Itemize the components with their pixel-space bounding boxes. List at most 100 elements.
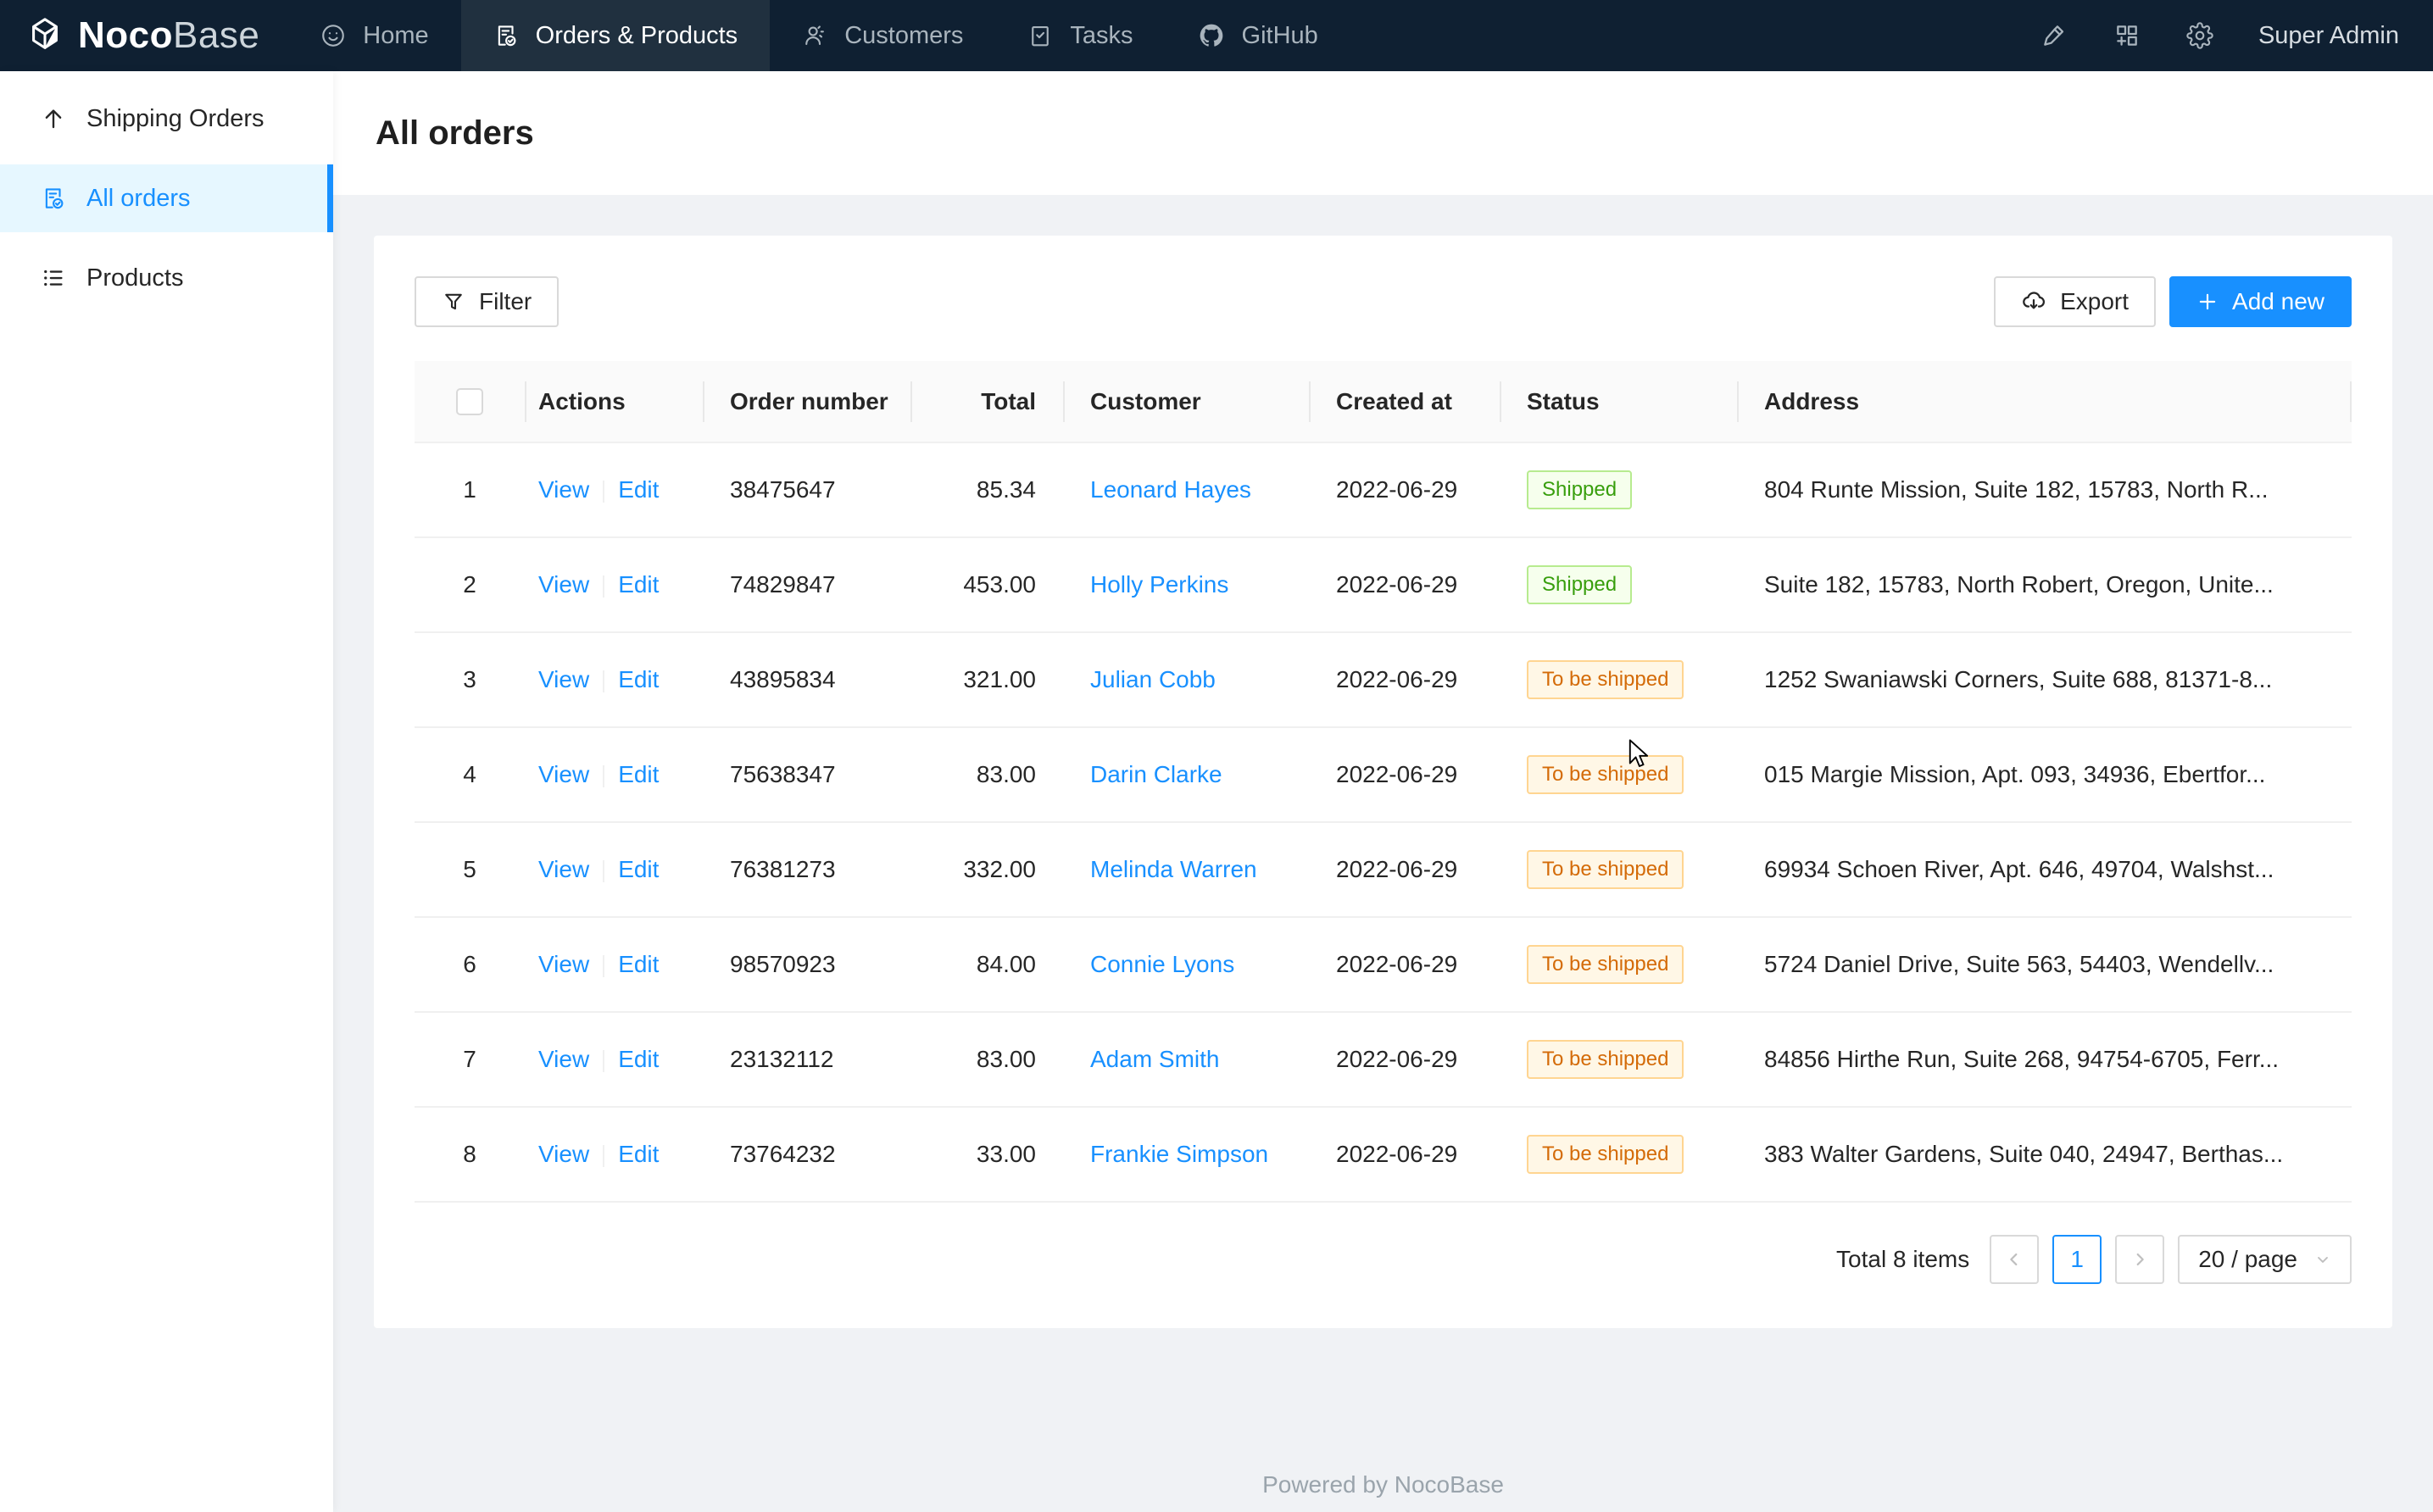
arrow-up-icon — [41, 106, 66, 131]
sidebar-item-all-orders[interactable]: All orders — [0, 164, 333, 232]
nav-item-home[interactable]: Home — [288, 0, 460, 71]
customer-link[interactable]: Holly Perkins — [1090, 571, 1228, 598]
nav-item-customers[interactable]: Customers — [770, 0, 995, 71]
select-all-checkbox[interactable] — [456, 388, 483, 415]
nocobase-logo[interactable]: NocoBase — [0, 0, 288, 71]
prev-page-button[interactable] — [1990, 1235, 2039, 1284]
customer-link[interactable]: Leonard Hayes — [1090, 476, 1251, 503]
customer-cell: Julian Cobb — [1063, 632, 1309, 727]
list-icon — [41, 265, 66, 291]
page-number-button[interactable]: 1 — [2052, 1235, 2102, 1284]
customer-link[interactable]: Connie Lyons — [1090, 951, 1234, 977]
chevron-right-icon — [2130, 1250, 2149, 1269]
status-badge: To be shipped — [1527, 755, 1684, 794]
table-row: 5 ViewEdit 76381273 332.00 Melinda Warre… — [415, 822, 2352, 917]
logo-text: NocoBase — [78, 14, 259, 57]
address-cell: 69934 Schoen River, Apt. 646, 49704, Wal… — [1737, 822, 2352, 917]
top-navbar: NocoBase Home Orders — [0, 0, 2433, 71]
total-cell: 85.34 — [910, 442, 1063, 537]
table-row: 1 ViewEdit 38475647 85.34 Leonard Hayes … — [415, 442, 2352, 537]
status-badge: Shipped — [1527, 565, 1632, 604]
view-link[interactable]: View — [538, 476, 589, 503]
edit-link[interactable]: Edit — [618, 761, 659, 787]
edit-link[interactable]: Edit — [618, 1141, 659, 1167]
created-at-cell: 2022-06-29 — [1309, 822, 1500, 917]
order-number-cell: 23132112 — [703, 1012, 910, 1107]
ui-editor-pen-icon[interactable] — [2018, 22, 2091, 49]
customer-link[interactable]: Darin Clarke — [1090, 761, 1222, 787]
edit-link[interactable]: Edit — [618, 666, 659, 692]
add-new-button[interactable]: Add new — [2169, 276, 2352, 327]
nav-item-label: Orders & Products — [536, 22, 738, 50]
row-index-cell: 1 — [415, 442, 525, 537]
customer-cell: Adam Smith — [1063, 1012, 1309, 1107]
sidebar-item-products[interactable]: Products — [0, 244, 333, 312]
address-cell: 383 Walter Gardens, Suite 040, 24947, Be… — [1737, 1107, 2352, 1202]
view-link[interactable]: View — [538, 856, 589, 882]
customers-icon — [802, 23, 827, 48]
order-number-cell: 75638347 — [703, 727, 910, 822]
edit-link[interactable]: Edit — [618, 1046, 659, 1072]
customer-link[interactable]: Melinda Warren — [1090, 856, 1257, 882]
settings-gear-icon[interactable] — [2163, 22, 2236, 49]
sidebar-item-label: Products — [86, 264, 183, 292]
total-cell: 332.00 — [910, 822, 1063, 917]
page-size-select[interactable]: 20 / page — [2178, 1235, 2352, 1284]
address-cell: 84856 Hirthe Run, Suite 268, 94754-6705,… — [1737, 1012, 2352, 1107]
action-divider — [603, 860, 604, 882]
pagination: Total 8 items 1 20 / page — [415, 1235, 2352, 1284]
edit-link[interactable]: Edit — [618, 476, 659, 503]
select-all-header — [415, 361, 525, 442]
edit-link[interactable]: Edit — [618, 856, 659, 882]
nav-item-label: GitHub — [1242, 22, 1318, 50]
column-header-customer: Customer — [1063, 361, 1309, 442]
filter-button[interactable]: Filter — [415, 276, 559, 327]
status-badge: To be shipped — [1527, 945, 1684, 984]
customer-cell: Holly Perkins — [1063, 537, 1309, 632]
next-page-button[interactable] — [2115, 1235, 2164, 1284]
view-link[interactable]: View — [538, 666, 589, 692]
status-cell: To be shipped — [1500, 822, 1737, 917]
nav-item-tasks[interactable]: Tasks — [995, 0, 1165, 71]
column-header-created-at: Created at — [1309, 361, 1500, 442]
main-nav: Home Orders & Products Customers — [288, 0, 1350, 71]
customer-link[interactable]: Adam Smith — [1090, 1046, 1220, 1072]
edit-link[interactable]: Edit — [618, 951, 659, 977]
nav-item-orders-products[interactable]: Orders & Products — [461, 0, 771, 71]
sidebar: Shipping Orders All orders — [0, 71, 333, 1512]
row-index-cell: 6 — [415, 917, 525, 1012]
edit-link[interactable]: Edit — [618, 571, 659, 598]
view-link[interactable]: View — [538, 761, 589, 787]
view-link[interactable]: View — [538, 1141, 589, 1167]
table-row: 4 ViewEdit 75638347 83.00 Darin Clarke 2… — [415, 727, 2352, 822]
row-actions-cell: View Edit — [525, 727, 703, 822]
row-index: 6 — [463, 951, 476, 977]
order-number-cell: 74829847 — [703, 537, 910, 632]
customer-cell: Connie Lyons — [1063, 917, 1309, 1012]
action-divider — [603, 670, 604, 692]
user-menu[interactable]: Super Admin — [2236, 22, 2399, 50]
table-row: 2 ViewEdit 74829847 453.00 Holly Perkins… — [415, 537, 2352, 632]
sidebar-item-shipping-orders[interactable]: Shipping Orders — [0, 85, 333, 153]
view-link[interactable]: View — [538, 951, 589, 977]
view-link[interactable]: View — [538, 1046, 589, 1072]
nav-item-github[interactable]: GitHub — [1166, 0, 1350, 71]
order-number-cell: 98570923 — [703, 917, 910, 1012]
nav-item-label: Home — [363, 22, 428, 50]
row-index-cell: 2 — [415, 537, 525, 632]
row-index: 1 — [463, 476, 476, 503]
row-actions-cell: View Edit — [525, 917, 703, 1012]
customer-link[interactable]: Julian Cobb — [1090, 666, 1216, 692]
address-cell: 015 Margie Mission, Apt. 093, 34936, Ebe… — [1737, 727, 2352, 822]
nocobase-cube-icon — [25, 16, 64, 55]
status-cell: Shipped — [1500, 442, 1737, 537]
customer-cell: Frankie Simpson — [1063, 1107, 1309, 1202]
created-at-cell: 2022-06-29 — [1309, 632, 1500, 727]
plugin-blocks-icon[interactable] — [2091, 22, 2163, 49]
export-button[interactable]: Export — [1994, 276, 2156, 327]
view-link[interactable]: View — [538, 571, 589, 598]
created-at-cell: 2022-06-29 — [1309, 1107, 1500, 1202]
customer-link[interactable]: Frankie Simpson — [1090, 1141, 1268, 1167]
main-area: All orders Filter — [333, 71, 2433, 1512]
navbar-right: Super Admin — [2018, 0, 2433, 71]
